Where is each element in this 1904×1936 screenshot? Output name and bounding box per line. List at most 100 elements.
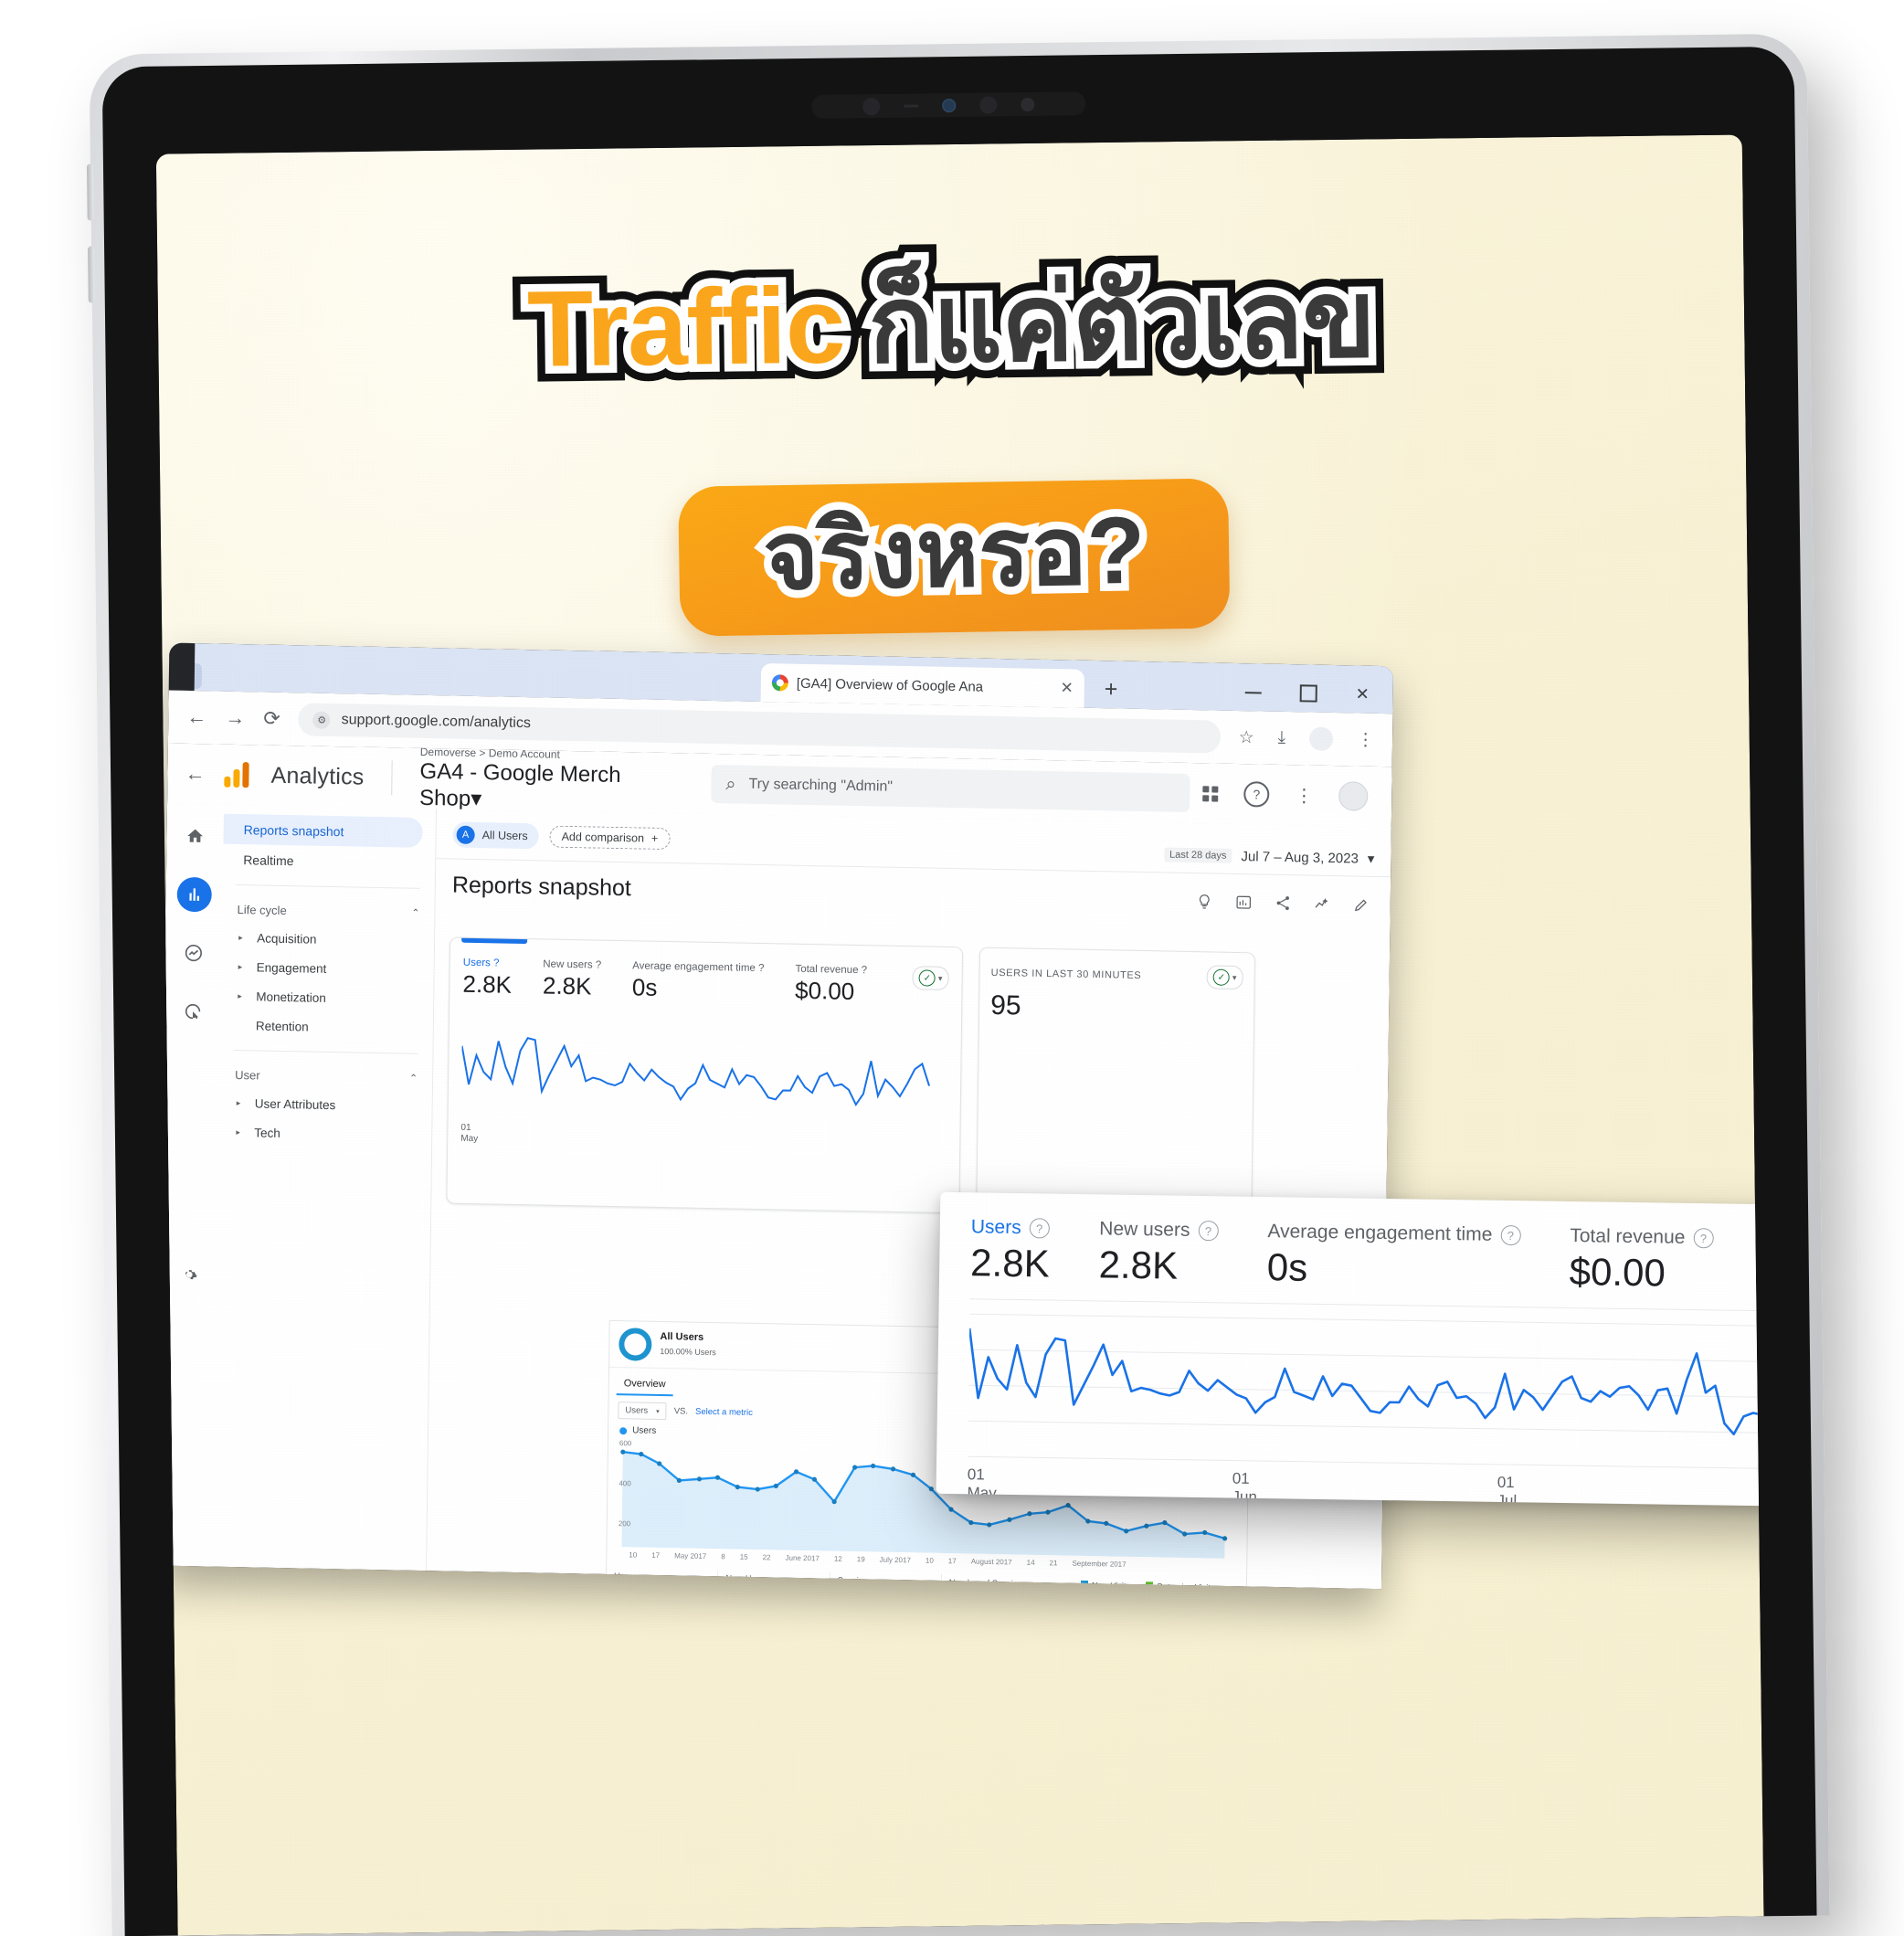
close-tab-icon[interactable]: ✕ xyxy=(1060,679,1073,697)
download-icon[interactable]: ⤓ xyxy=(1278,728,1286,748)
help-icon[interactable]: ? xyxy=(1243,781,1270,808)
sidebar-item-monetization[interactable]: ▸ Monetization xyxy=(221,981,433,1014)
date-range-picker[interactable]: Last 28 days Jul 7 – Aug 3, 2023 ▾ xyxy=(1163,846,1375,867)
overview-metrics-card: Users ? 2.8K New users ? 2.8K Average en… xyxy=(446,936,964,1214)
address-bar[interactable]: ⚙ support.google.com/analytics xyxy=(298,703,1221,754)
sidebar-group-label: User xyxy=(235,1067,260,1083)
ga-more-icon[interactable]: ⋮ xyxy=(1295,784,1313,807)
help-icon[interactable]: ? xyxy=(862,965,868,976)
ua-metric-label: Sessions xyxy=(837,1575,873,1587)
ua-overview-tab[interactable]: Overview xyxy=(616,1373,673,1397)
sidebar-item-tech[interactable]: ▸ Tech xyxy=(219,1117,431,1150)
forward-icon[interactable]: → xyxy=(225,706,245,730)
browser-tab[interactable]: [GA4] Overview of Google Ana ✕ xyxy=(760,662,1085,708)
profile-avatar[interactable] xyxy=(1308,726,1334,752)
help-icon[interactable]: ? xyxy=(1693,1228,1714,1249)
reload-icon[interactable]: ⟳ xyxy=(263,707,280,731)
ga-account-avatar[interactable] xyxy=(1338,781,1369,811)
ua-y-tick: 200 xyxy=(618,1519,631,1529)
help-icon[interactable]: ? xyxy=(1198,1220,1219,1242)
ua-x-tick: 8 xyxy=(721,1552,725,1561)
popup-metrics-row: Users ? 2.8K New users ? 2.8K Average en… xyxy=(939,1192,1764,1296)
help-icon[interactable]: ? xyxy=(493,957,500,968)
card-status-toggle[interactable]: ✓ ▾ xyxy=(912,966,949,990)
maximize-icon[interactable] xyxy=(1299,684,1317,703)
site-settings-icon[interactable]: ⚙ xyxy=(312,711,331,729)
ua-x-tick: 21 xyxy=(1049,1559,1058,1568)
reports-icon[interactable] xyxy=(176,876,213,913)
help-icon[interactable]: ? xyxy=(758,963,765,974)
all-users-avatar: A xyxy=(456,825,475,844)
realtime-status-toggle[interactable]: ✓ ▾ xyxy=(1206,965,1243,990)
camera-lens-2-icon xyxy=(979,95,998,114)
popup-status-toggle[interactable]: ✓ ▾ xyxy=(1761,1228,1764,1272)
metric-label: Total revenue ? xyxy=(795,963,868,977)
pie-legend-label: New Visitor xyxy=(1092,1581,1134,1590)
explore-icon[interactable] xyxy=(176,936,211,971)
ua-select-metric-link[interactable]: Select a metric xyxy=(695,1407,753,1418)
ua-y-tick: 600 xyxy=(619,1439,632,1448)
advertising-icon[interactable] xyxy=(175,994,210,1030)
sidebar-item-user-attributes[interactable]: ▸ User Attributes xyxy=(220,1088,432,1121)
sidebar-item-realtime[interactable]: Realtime xyxy=(223,844,422,878)
ua-bottom-section: Users 14,756 New Users 14,517 xyxy=(605,1567,1246,1590)
trend-icon[interactable] xyxy=(1314,895,1331,917)
sidebar-item-engagement[interactable]: ▸ Engagement xyxy=(222,952,434,985)
popup-metric-value: $0.00 xyxy=(1569,1250,1666,1295)
popup-x-tick-jul: 01 Jul xyxy=(1497,1473,1518,1508)
ua-metric-select[interactable]: Users ▾ xyxy=(618,1402,667,1421)
share-icon[interactable] xyxy=(1275,894,1292,916)
help-icon[interactable]: ? xyxy=(1500,1224,1521,1246)
sidebar-item-retention[interactable]: Retention xyxy=(221,1010,433,1043)
property-selector[interactable]: Demoverse > Demo Account GA4 - Google Me… xyxy=(419,746,675,816)
popup-metric-label: New users ? xyxy=(1099,1218,1219,1242)
home-icon[interactable] xyxy=(177,819,212,854)
help-icon[interactable]: ? xyxy=(596,960,602,971)
report-toolbar xyxy=(1196,893,1370,918)
sidebar-item-label: Tech xyxy=(254,1125,280,1140)
all-users-label: All Users xyxy=(481,829,528,843)
check-circle-icon: ✓ xyxy=(1212,968,1231,986)
ga-header-actions: ? ⋮ xyxy=(1202,778,1379,811)
nav-divider-2 xyxy=(233,1049,418,1054)
tablet-bezel: Traffic Traffic Traffic Traffic ก็แค่ตัว… xyxy=(101,46,1817,1936)
ua-metric-sessions-per-user: Number of Sessions per User 1.22 xyxy=(941,1574,1052,1589)
chevron-down-icon: ▾ xyxy=(937,973,943,983)
minimize-icon[interactable] xyxy=(1244,691,1262,693)
ga-search-input[interactable]: ⌕ Try searching "Admin" xyxy=(711,764,1190,813)
ua-segment-sub: 100.00% Users xyxy=(660,1346,716,1358)
sidebar-group-life-cycle[interactable]: Life cycle ⌃ xyxy=(222,895,434,926)
ga-back-icon[interactable]: ← xyxy=(180,762,210,787)
insights-icon[interactable] xyxy=(1196,893,1213,915)
edit-icon[interactable] xyxy=(1353,895,1370,917)
google-favicon-icon xyxy=(771,674,788,692)
ua-x-tick: 19 xyxy=(856,1555,865,1564)
sidebar-item-reports-snapshot[interactable]: Reports snapshot xyxy=(223,813,423,848)
browser-menu-icon[interactable]: ⋮ xyxy=(1357,729,1374,750)
pie-legend-label: Returning Visitor xyxy=(1157,1582,1218,1590)
camera-slit-icon xyxy=(904,103,919,108)
pie-legend-returning: Returning Visitor xyxy=(1146,1582,1218,1590)
popup-metric-avg-engagement: Average engagement time ? 0s xyxy=(1267,1221,1521,1290)
metric-value: 2.8K xyxy=(462,969,513,999)
ua-metric-label: New Users xyxy=(725,1573,768,1585)
realtime-card: USERS IN LAST 30 MINUTES ✓ ▾ 95 xyxy=(976,947,1256,1220)
bookmark-star-icon[interactable]: ☆ xyxy=(1239,727,1254,748)
apps-grid-icon[interactable] xyxy=(1202,785,1219,802)
metric-new-users: New users ? 2.8K xyxy=(543,958,602,1000)
headline-word-thai: ก็แค่ตัวเลข ก็แค่ตัวเลข ก็แค่ตัวเลข ก็แค… xyxy=(852,243,1391,401)
ua-metric-value: 14,756 xyxy=(614,1582,711,1589)
close-window-icon[interactable]: ✕ xyxy=(1356,684,1370,704)
help-icon[interactable]: ? xyxy=(1029,1218,1050,1239)
notes-icon[interactable] xyxy=(1235,894,1253,915)
all-users-chip[interactable]: A All Users xyxy=(452,821,539,850)
sidebar-group-label: Life cycle xyxy=(237,902,287,917)
new-tab-button[interactable]: + xyxy=(1105,676,1118,703)
back-icon[interactable]: ← xyxy=(186,705,206,729)
gear-icon[interactable] xyxy=(172,1257,206,1293)
popup-metric-label-text: Users xyxy=(970,1216,1021,1239)
analytics-wordmark: Analytics xyxy=(270,762,365,790)
add-comparison-button[interactable]: Add comparison + xyxy=(549,825,671,851)
sidebar-group-user[interactable]: User ⌃ xyxy=(220,1061,432,1092)
sidebar-item-acquisition[interactable]: ▸ Acquisition xyxy=(222,923,434,956)
